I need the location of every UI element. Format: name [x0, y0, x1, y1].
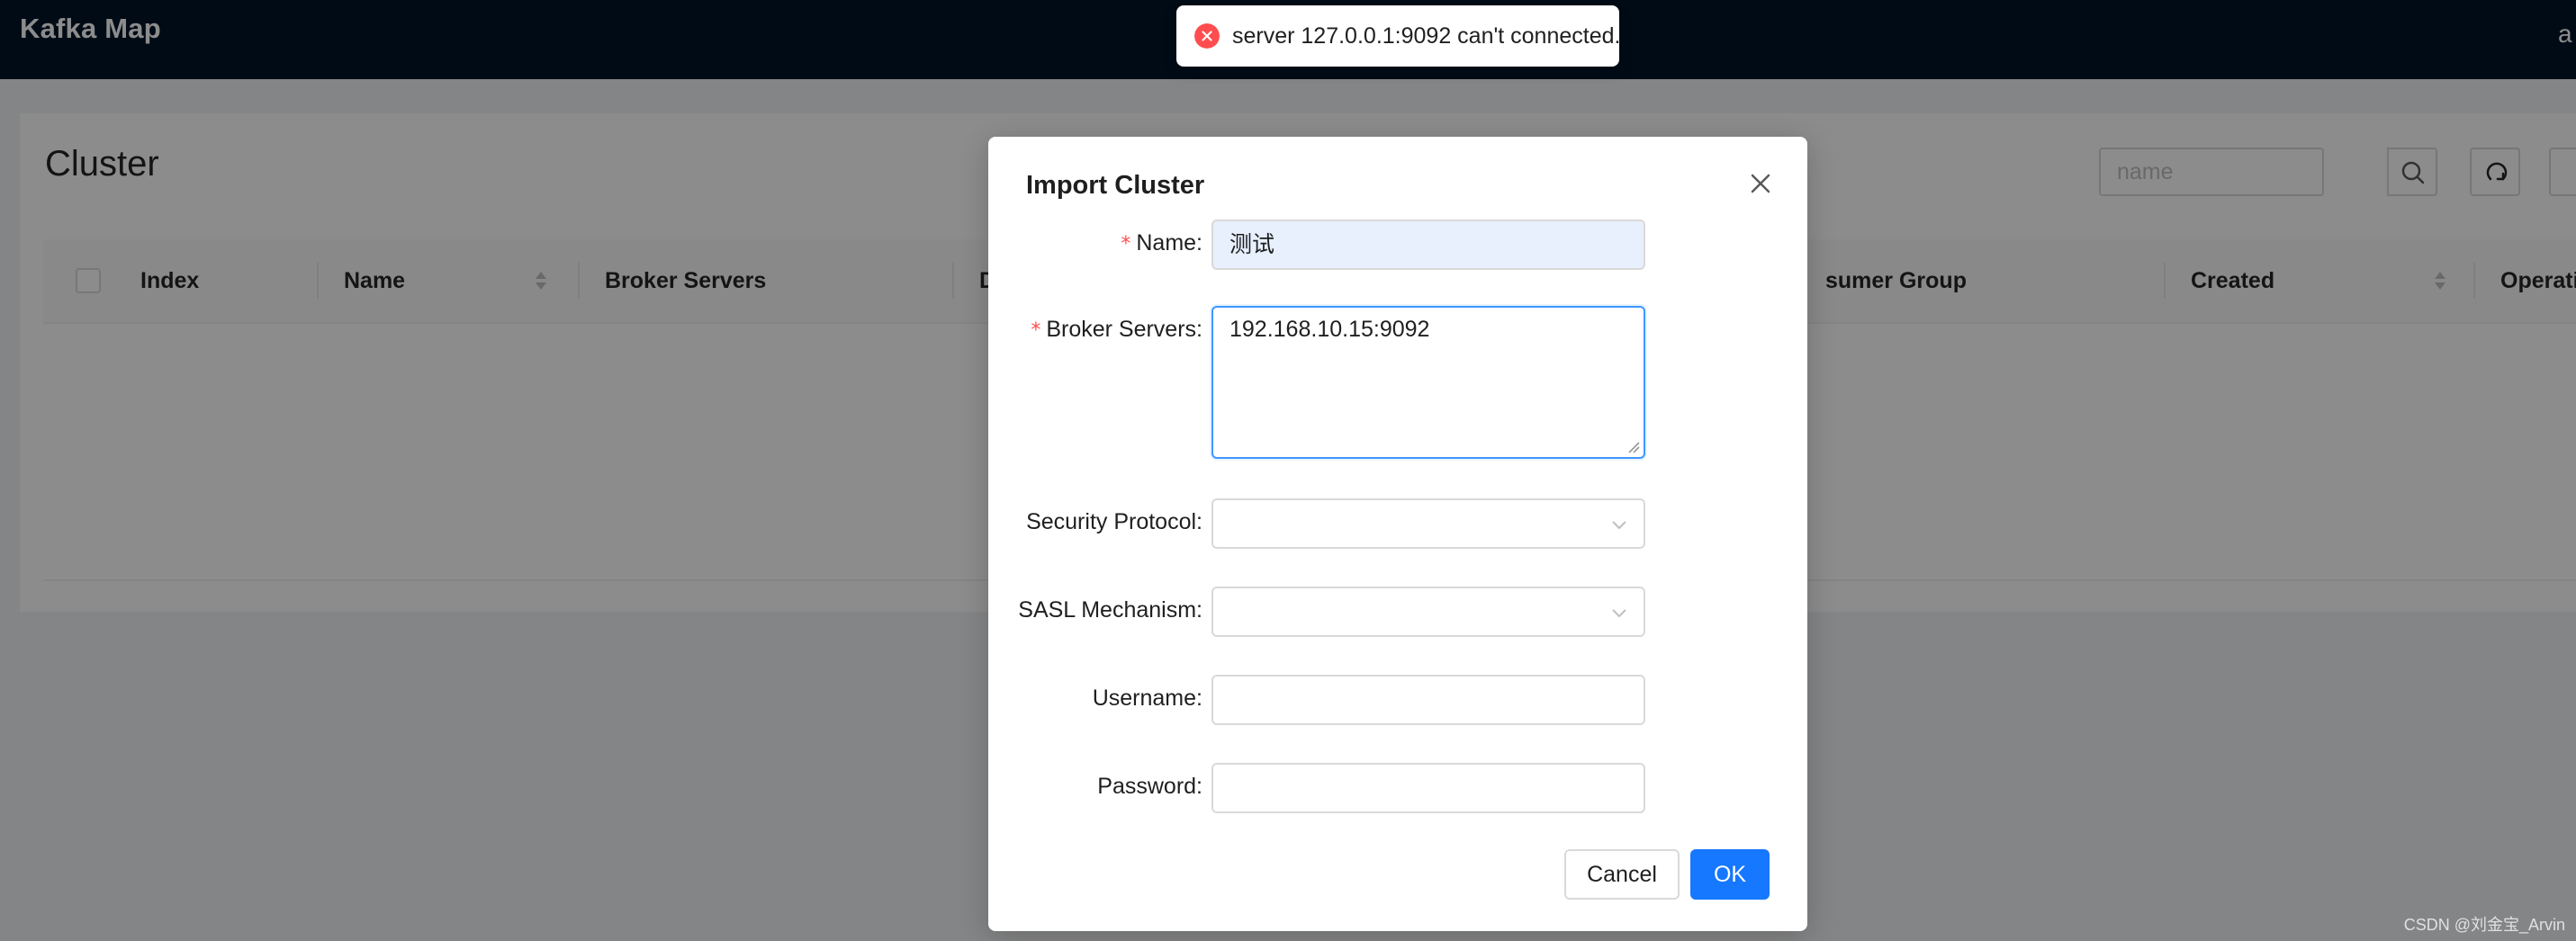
required-mark: * — [1031, 319, 1041, 342]
security-protocol-label: Security Protocol: — [1026, 509, 1202, 535]
username-label: Username: — [1093, 686, 1202, 712]
broker-servers-textarea[interactable]: 192.168.10.15:9092 — [1211, 306, 1645, 459]
resize-handle-icon[interactable] — [1627, 441, 1640, 453]
password-label: Password: — [1097, 774, 1202, 800]
close-icon[interactable] — [1741, 164, 1780, 203]
label-text: Name — [1136, 230, 1197, 255]
label-text: Password — [1097, 774, 1197, 799]
import-cluster-modal: Import Cluster * Name: 测试 * Broker Servers… — [988, 137, 1807, 931]
chevron-down-icon — [1612, 521, 1626, 530]
chevron-down-icon — [1612, 609, 1626, 618]
username-input[interactable] — [1211, 675, 1645, 725]
modal-title: Import Cluster — [1026, 171, 1205, 200]
label-colon: : — [1196, 317, 1202, 342]
required-mark: * — [1121, 233, 1131, 255]
label-colon: : — [1196, 509, 1202, 534]
broker-servers-value: 192.168.10.15:9092 — [1229, 317, 1430, 342]
label-colon: : — [1196, 686, 1202, 711]
label-colon: : — [1196, 230, 1202, 255]
security-protocol-select[interactable] — [1211, 498, 1645, 549]
toast-message: server 127.0.0.1:9092 can't connected. — [1232, 23, 1621, 49]
label-colon: : — [1196, 597, 1202, 623]
label-text: Broker Servers — [1046, 317, 1197, 342]
sasl-mechanism-label: SASL Mechanism: — [1018, 597, 1202, 623]
broker-servers-label: * Broker Servers: — [1031, 317, 1202, 343]
ok-button[interactable]: OK — [1690, 849, 1770, 900]
error-toast: server 127.0.0.1:9092 can't connected. — [1176, 5, 1621, 67]
sasl-mechanism-select[interactable] — [1211, 587, 1645, 637]
watermark: CSDN @刘金宝_Arvin — [2403, 916, 2565, 934]
label-text: SASL Mechanism — [1018, 597, 1197, 623]
password-input[interactable] — [1211, 763, 1645, 813]
name-input[interactable]: 测试 — [1211, 220, 1645, 270]
label-colon: : — [1196, 774, 1202, 799]
error-icon — [1194, 23, 1220, 49]
name-label: * Name: — [1121, 230, 1202, 256]
cancel-button[interactable]: Cancel — [1564, 849, 1680, 900]
label-text: Username — [1092, 686, 1197, 711]
label-text: Security Protocol — [1026, 509, 1197, 534]
